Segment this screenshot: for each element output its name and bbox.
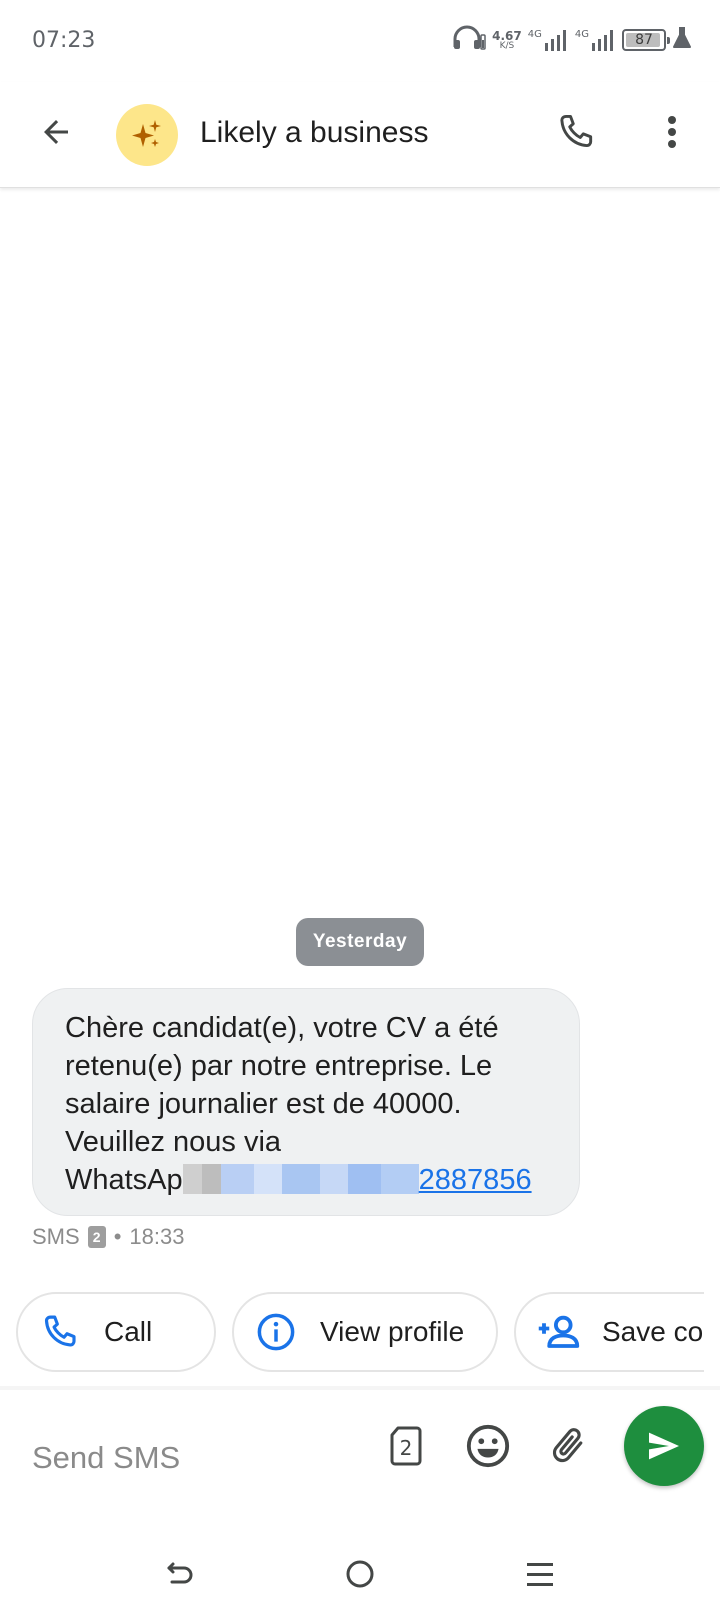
call-chip-label: Call — [104, 1316, 153, 1347]
signal-bars-icon — [544, 30, 566, 51]
battery-percent: 87 — [635, 32, 653, 48]
sim1-network-type: 4G — [527, 29, 542, 40]
suggestion-chips: Call View profile Save con — [0, 1292, 704, 1374]
call-button[interactable] — [550, 106, 602, 158]
status-bar: 07:23 4.67 K/S 4G 4G 87 — [0, 0, 720, 82]
message-line-last: WhatsAp 2887856 — [65, 1161, 555, 1199]
send-button[interactable] — [624, 1406, 704, 1486]
avatar[interactable] — [116, 104, 178, 166]
sim-icon: 2 — [87, 1226, 106, 1248]
message-line: salaire journalier est de 40000. — [65, 1088, 462, 1120]
send-icon — [649, 1432, 679, 1460]
message-type: SMS — [32, 1224, 80, 1249]
speed-value: 4.67 — [492, 28, 522, 43]
save-contact-label: Save con — [602, 1316, 704, 1347]
phone-link[interactable]: 2887856 — [419, 1164, 532, 1196]
compose-sim-number: 2 — [400, 1436, 413, 1460]
info-icon — [252, 1308, 300, 1356]
sim2-signal: 4G — [575, 29, 616, 51]
flask-icon — [672, 26, 692, 54]
message-time: 18:33 — [129, 1224, 185, 1249]
phone-icon — [36, 1308, 84, 1356]
more-vert-icon — [668, 116, 676, 148]
message-line: Chère candidat(e), votre CV a été — [65, 1012, 499, 1044]
call-chip[interactable]: Call — [16, 1292, 216, 1372]
phone-icon — [560, 114, 593, 148]
emoji-button[interactable] — [460, 1418, 516, 1474]
view-profile-label: View profile — [320, 1316, 465, 1347]
message-line: retenu(e) par notre entreprise. Le — [65, 1050, 493, 1082]
meta-separator: • — [113, 1224, 122, 1249]
sim-card-icon: 2 — [390, 1426, 422, 1466]
nav-recents-button[interactable] — [516, 1550, 564, 1598]
sparkle-icon — [132, 120, 161, 147]
speed-unit: K/S — [499, 40, 515, 51]
signal-bars-icon — [592, 30, 613, 51]
sim-number: 2 — [92, 1229, 101, 1245]
date-separator: Yesterday — [296, 918, 424, 966]
message-text: WhatsAp — [65, 1164, 183, 1196]
more-options-button[interactable] — [646, 106, 698, 158]
save-contact-chip[interactable]: Save con — [514, 1292, 704, 1372]
paperclip-icon — [552, 1428, 583, 1463]
nav-home-icon — [346, 1560, 374, 1588]
status-time: 07:23 — [32, 28, 96, 53]
status-icons: 4.67 K/S 4G 4G 87 — [452, 24, 692, 56]
system-nav-bar — [0, 1536, 720, 1612]
arrow-back-icon — [44, 120, 68, 144]
sim-select-button[interactable]: 2 — [378, 1418, 434, 1474]
message-line: Veuillez nous via — [65, 1126, 282, 1158]
nav-menu-icon — [527, 1563, 553, 1586]
headphones-icon — [452, 25, 486, 56]
attach-button[interactable] — [540, 1418, 596, 1474]
app-bar: Likely a business — [0, 82, 720, 188]
nav-back-button[interactable] — [156, 1550, 204, 1598]
back-button[interactable] — [30, 106, 82, 158]
message-bubble[interactable]: Chère candidat(e), votre CV a été retenu… — [32, 988, 580, 1216]
message-input[interactable] — [32, 1426, 362, 1490]
nav-back-icon — [167, 1562, 193, 1584]
compose-bar: 2 — [0, 1390, 720, 1536]
emoji-icon — [466, 1424, 510, 1468]
battery-indicator: 87 — [622, 29, 670, 51]
message-meta: SMS 2 • 18:33 — [32, 1224, 184, 1250]
nav-home-button[interactable] — [336, 1550, 384, 1598]
network-speed: 4.67 K/S — [492, 30, 522, 51]
person-add-icon — [534, 1308, 582, 1356]
redacted-blur — [182, 1164, 419, 1194]
sim1-signal: 4G — [528, 29, 569, 51]
conversation-title: Likely a business — [200, 116, 429, 149]
view-profile-chip[interactable]: View profile — [232, 1292, 498, 1372]
sim2-network-type: 4G — [574, 29, 589, 40]
